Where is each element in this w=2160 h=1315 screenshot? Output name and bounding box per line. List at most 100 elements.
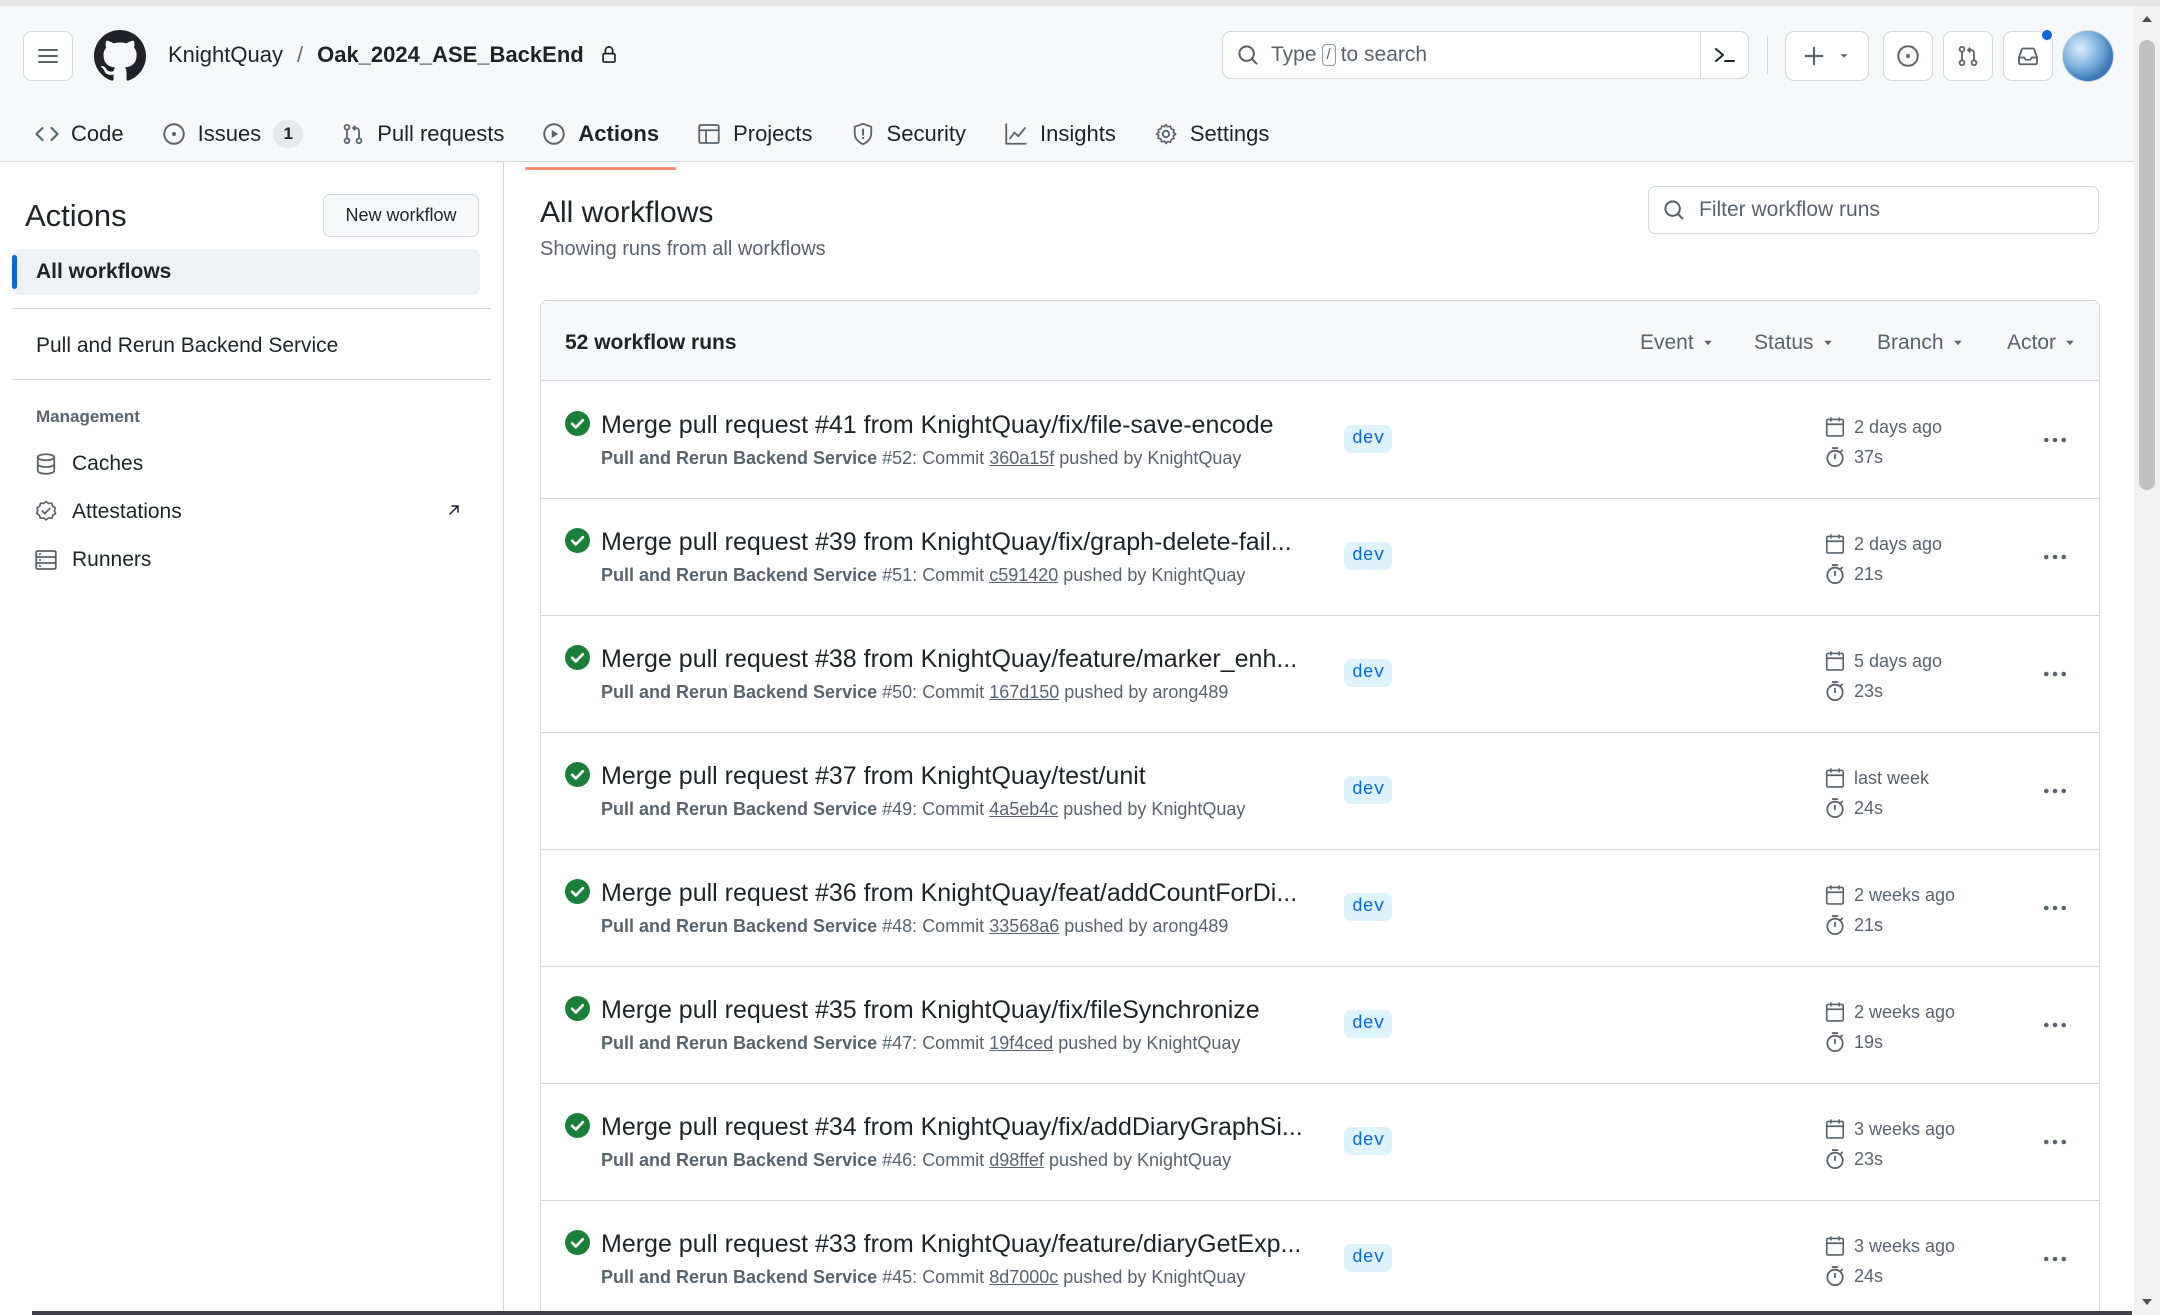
tab-code[interactable]: Code	[30, 114, 129, 154]
check-circle-fill-icon	[565, 762, 590, 787]
run-commit-sha[interactable]: 4a5eb4c	[989, 799, 1058, 819]
hamburger-icon	[38, 49, 58, 63]
run-title[interactable]: Merge pull request #39 from KnightQuay/f…	[601, 528, 1292, 557]
run-title[interactable]: Merge pull request #34 from KnightQuay/f…	[601, 1113, 1303, 1142]
tab-security[interactable]: Security	[846, 114, 971, 154]
tab-settings[interactable]: Settings	[1149, 114, 1275, 154]
run-commit-sha[interactable]: c591420	[989, 565, 1058, 585]
scroll-up-arrow[interactable]	[2142, 16, 2152, 22]
tab-issues[interactable]: Issues 1	[157, 114, 309, 154]
stopwatch-icon	[1826, 1032, 1844, 1052]
run-duration: 19s	[1824, 1031, 1883, 1053]
branch-badge[interactable]: dev	[1344, 1010, 1393, 1038]
sidebar-item-attestations[interactable]: Attestations	[34, 500, 182, 524]
run-commit-sha[interactable]: 167d150	[989, 682, 1059, 702]
workflow-run-row[interactable]: Merge pull request #38 from KnightQuay/f…	[541, 616, 2099, 733]
workflow-run-row[interactable]: Merge pull request #33 from KnightQuay/f…	[541, 1201, 2099, 1315]
run-title[interactable]: Merge pull request #38 from KnightQuay/f…	[601, 645, 1297, 674]
breadcrumb-repo[interactable]: Oak_2024_ASE_BackEnd	[317, 42, 584, 68]
kebab-horizontal-icon[interactable]	[2041, 1128, 2069, 1156]
branch-badge[interactable]: dev	[1344, 542, 1393, 570]
run-title[interactable]: Merge pull request #35 from KnightQuay/f…	[601, 996, 1260, 1025]
run-commit-label: Commit	[922, 799, 985, 819]
run-duration-text: 23s	[1854, 680, 1884, 701]
calendar-icon	[1825, 1002, 1845, 1022]
run-commit-label: Commit	[922, 448, 985, 468]
avatar[interactable]	[2062, 30, 2114, 82]
workflow-run-row[interactable]: Merge pull request #37 from KnightQuay/t…	[541, 733, 2099, 850]
run-meta: Pull and Rerun Backend Service #49: Comm…	[601, 799, 1246, 819]
run-number: #47	[882, 1033, 913, 1053]
run-commit-sha[interactable]: 360a15f	[989, 448, 1054, 468]
run-title[interactable]: Merge pull request #33 from KnightQuay/f…	[601, 1230, 1301, 1259]
kebab-horizontal-icon[interactable]	[2041, 1245, 2069, 1273]
sidebar-item-caches[interactable]: Caches	[34, 452, 143, 476]
branch-badge[interactable]: dev	[1344, 893, 1393, 921]
issue-icon	[162, 123, 185, 145]
check-circle-fill-icon	[565, 411, 590, 436]
pull-requests-button[interactable]	[1943, 31, 1993, 81]
issues-button[interactable]	[1883, 31, 1933, 81]
create-new-button[interactable]	[1785, 31, 1869, 81]
actor-filter-dropdown[interactable]: Actor	[2007, 331, 2076, 355]
sidebar-item-caches-label: Caches	[72, 452, 144, 475]
menu-button[interactable]	[23, 31, 73, 81]
branch-badge[interactable]: dev	[1344, 776, 1393, 804]
run-title[interactable]: Merge pull request #37 from KnightQuay/t…	[601, 762, 1146, 791]
tab-pull-requests[interactable]: Pull requests	[336, 114, 509, 154]
kebab-horizontal-icon[interactable]	[2041, 660, 2069, 688]
filter-workflow-runs-input[interactable]: Filter workflow runs	[1648, 186, 2099, 234]
stopwatch-icon	[1826, 681, 1844, 701]
kebab-horizontal-icon[interactable]	[2041, 543, 2069, 571]
run-title[interactable]: Merge pull request #36 from KnightQuay/f…	[601, 879, 1297, 908]
tab-projects[interactable]: Projects	[692, 114, 817, 154]
run-commit-sha[interactable]: 19f4ced	[989, 1033, 1053, 1053]
workflow-run-row[interactable]: Merge pull request #36 from KnightQuay/f…	[541, 850, 2099, 967]
status-filter-dropdown[interactable]: Status	[1754, 331, 1834, 355]
run-commit-sha[interactable]: d98ffef	[989, 1150, 1044, 1170]
github-logo-icon[interactable]	[94, 30, 146, 82]
run-date-text: last week	[1854, 767, 1930, 788]
run-workflow-name: Pull and Rerun Backend Service	[601, 916, 878, 936]
sidebar-item-all-workflows[interactable]: All workflows	[12, 249, 480, 295]
sidebar-item-runners[interactable]: Runners	[34, 548, 151, 572]
new-workflow-button[interactable]: New workflow	[323, 194, 479, 237]
active-indicator	[12, 255, 17, 289]
command-palette-button[interactable]	[1700, 32, 1748, 78]
sidebar-item-runners-label: Runners	[72, 548, 152, 571]
run-number: #46	[882, 1150, 913, 1170]
event-filter-dropdown[interactable]: Event	[1640, 331, 1714, 355]
sidebar-item-workflow[interactable]: Pull and Rerun Backend Service	[36, 334, 338, 358]
workflow-run-row[interactable]: Merge pull request #34 from KnightQuay/f…	[541, 1084, 2099, 1201]
tab-actions[interactable]: Actions	[525, 114, 676, 170]
run-title[interactable]: Merge pull request #41 from KnightQuay/f…	[601, 411, 1274, 440]
run-commit-sha[interactable]: 8d7000c	[989, 1267, 1058, 1287]
scrollbar-thumb[interactable]	[2139, 40, 2155, 490]
branch-badge[interactable]: dev	[1344, 1244, 1393, 1272]
scroll-down-arrow[interactable]	[2142, 1299, 2152, 1305]
kebab-horizontal-icon[interactable]	[2041, 426, 2069, 454]
workflow-run-row[interactable]: Merge pull request #39 from KnightQuay/f…	[541, 499, 2099, 616]
breadcrumb-owner[interactable]: KnightQuay	[168, 42, 283, 68]
kebab-horizontal-icon[interactable]	[2041, 777, 2069, 805]
branch-badge[interactable]: dev	[1344, 425, 1393, 453]
branch-badge[interactable]: dev	[1344, 1127, 1393, 1155]
workflow-runs-count: 52 workflow runs	[565, 331, 737, 354]
tab-code-label: Code	[71, 121, 124, 146]
global-search-input[interactable]: Type / to search	[1222, 31, 1749, 79]
workflow-run-row[interactable]: Merge pull request #35 from KnightQuay/f…	[541, 967, 2099, 1084]
kebab-horizontal-icon[interactable]	[2041, 894, 2069, 922]
workflow-run-row[interactable]: Merge pull request #41 from KnightQuay/f…	[541, 382, 2099, 499]
scrollbar[interactable]	[2134, 6, 2160, 1315]
sidebar-title: Actions	[25, 198, 127, 233]
run-duration: 23s	[1824, 1148, 1883, 1170]
branch-filter-dropdown[interactable]: Branch	[1877, 331, 1964, 355]
page-title: All workflows	[540, 196, 714, 229]
run-commit-sha[interactable]: 33568a6	[989, 916, 1059, 936]
kebab-horizontal-icon[interactable]	[2041, 1011, 2069, 1039]
tab-insights[interactable]: Insights	[999, 114, 1121, 154]
stopwatch-icon	[1826, 915, 1844, 935]
branch-badge[interactable]: dev	[1344, 659, 1393, 687]
run-date: last week	[1824, 767, 1929, 789]
run-pushed-by: pushed by arong489	[1064, 916, 1229, 936]
